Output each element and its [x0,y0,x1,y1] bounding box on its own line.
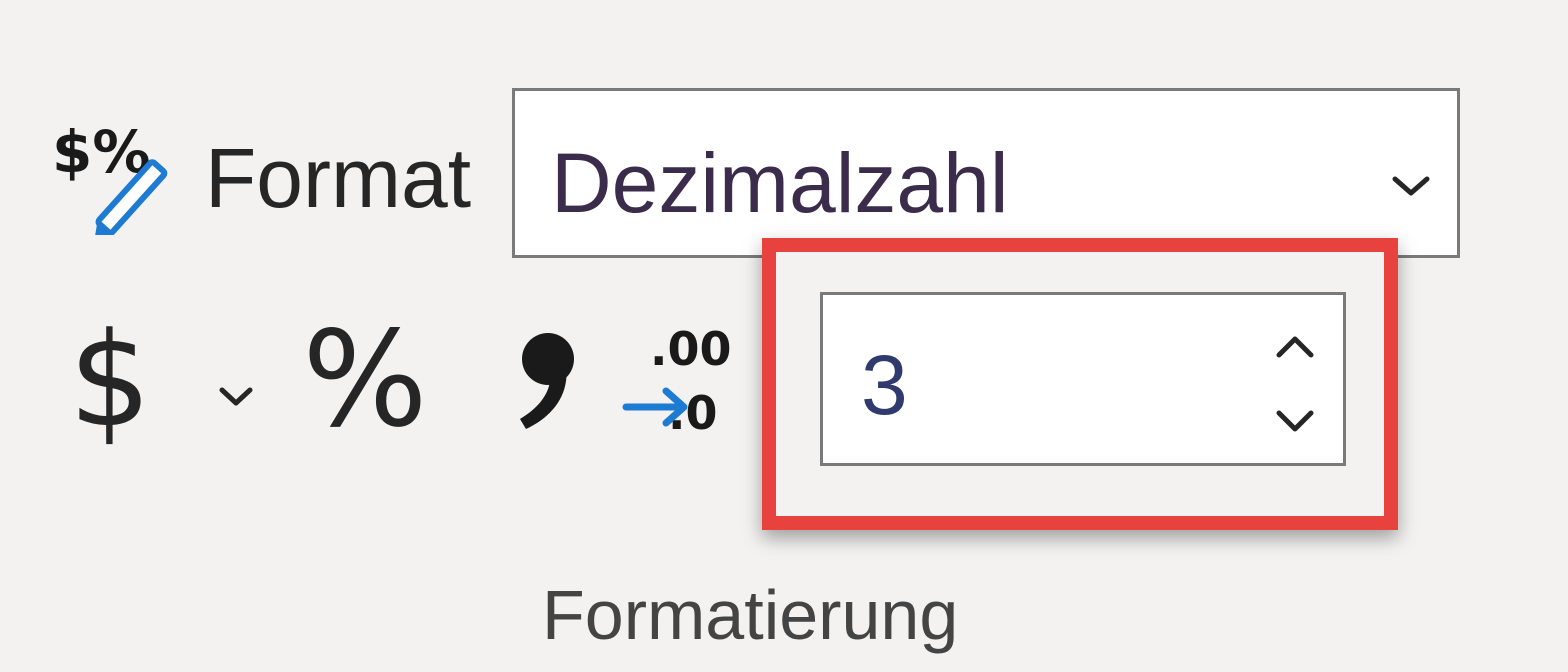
number-format-pencil-icon: $% [52,110,182,239]
decimal-places-value[interactable]: 3 [861,335,908,435]
currency-format-button[interactable]: $ [68,304,152,456]
ribbon-group-title: Formatierung [542,576,959,654]
dollar-icon: $ [68,304,152,456]
number-format-dropdown[interactable]: Dezimalzahl [512,88,1460,258]
number-format-selected-value: Dezimalzahl [551,136,1009,230]
percent-icon: % [302,303,428,457]
svg-text:.00: .00 [650,322,732,376]
increase-decimal-button[interactable]: .00 .0 [618,315,748,445]
increase-decimal-icon: .00 .0 [622,322,732,440]
chevron-down-icon[interactable] [1271,403,1319,439]
formatting-ribbon-group: $% Format Dezimalzahl $ % .00 .0 3 Forma… [0,0,1568,672]
number-format-label: Format [205,131,472,225]
comma-style-button[interactable] [508,325,588,435]
percent-style-button[interactable]: % [300,303,430,457]
chevron-down-icon [1392,176,1430,196]
decimal-places-spinner[interactable]: 3 [820,292,1346,466]
comma-icon [520,333,574,429]
currency-dropdown-chevron-icon[interactable] [216,384,256,410]
chevron-up-icon[interactable] [1271,329,1319,365]
